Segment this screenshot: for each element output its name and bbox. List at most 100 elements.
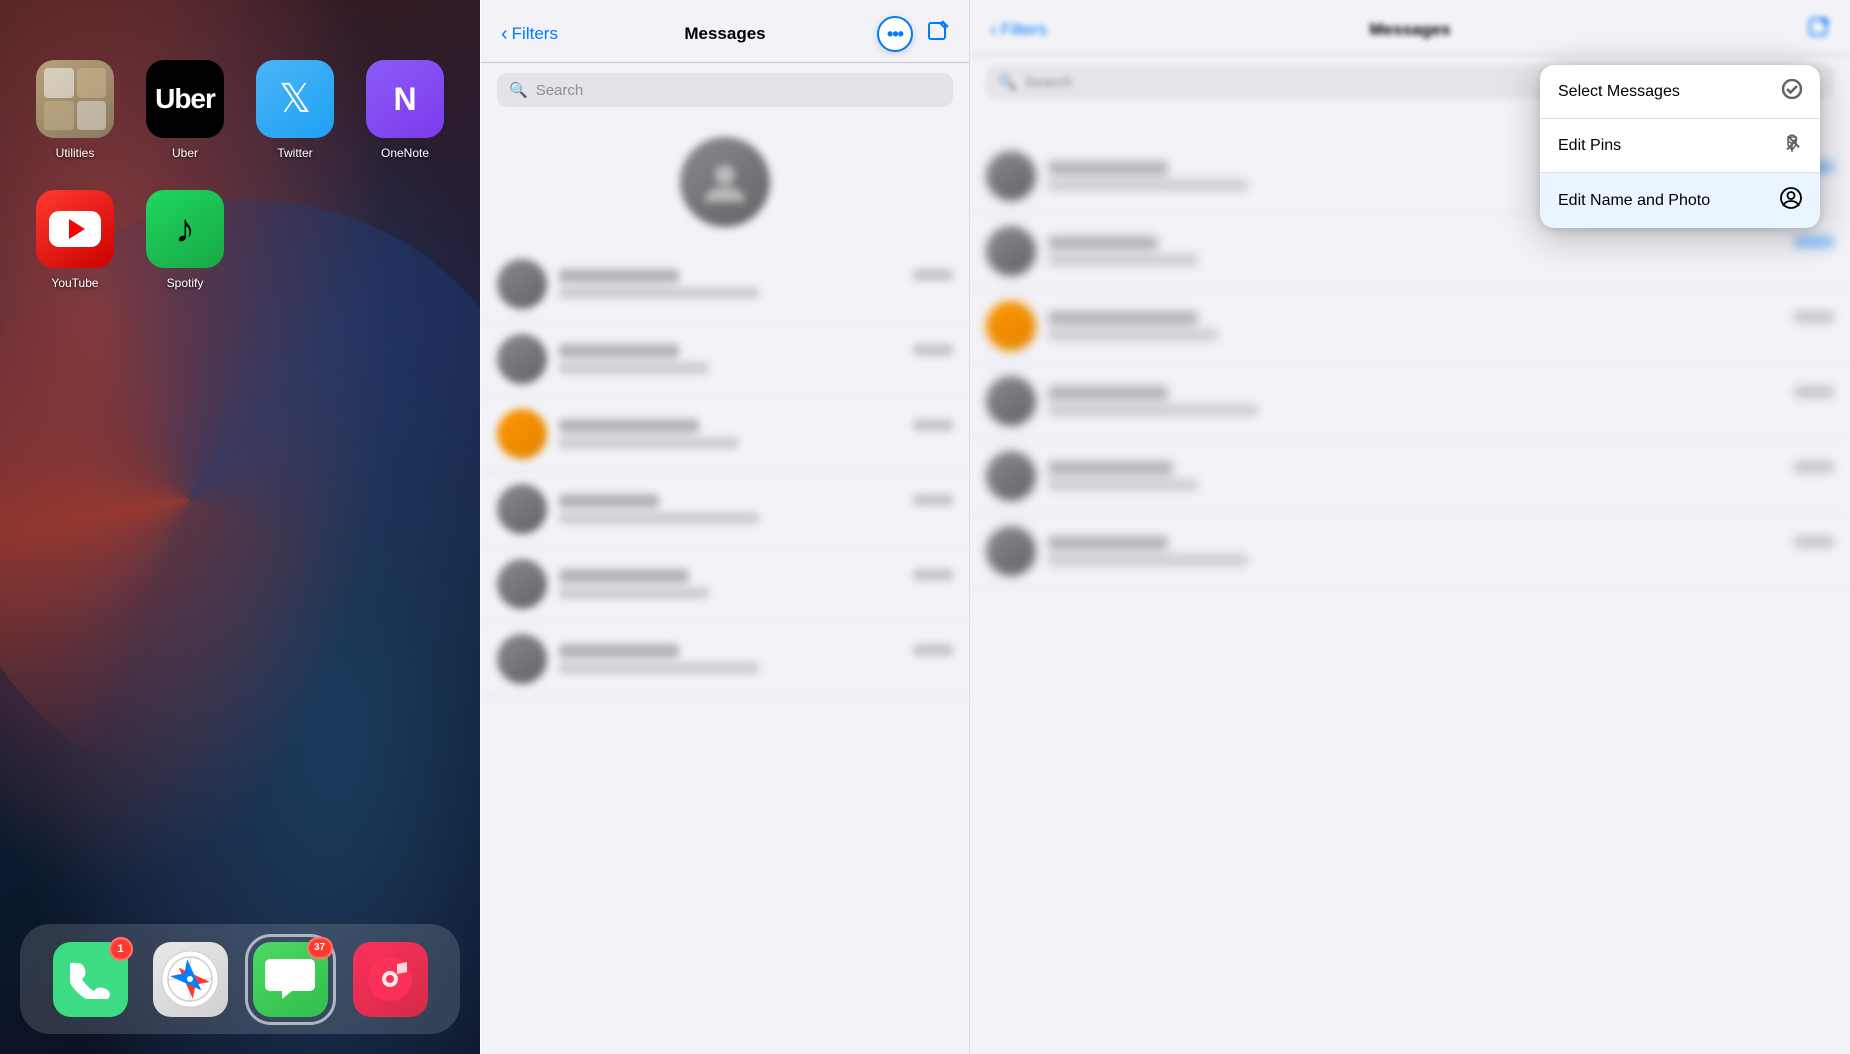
- dropdown-menu: Select Messages Edit Pins: [1540, 65, 1820, 228]
- msg-name: [1048, 311, 1198, 325]
- search-placeholder-right: Search: [1025, 74, 1073, 91]
- msg-time: [1794, 386, 1834, 398]
- msg-content: [1048, 236, 1834, 266]
- app-icon-twitter[interactable]: 𝕏 Twitter: [250, 60, 340, 180]
- more-button-left[interactable]: •••: [877, 16, 913, 52]
- filters-button-right[interactable]: ‹ Filters: [990, 19, 1047, 42]
- search-input-left[interactable]: 🔍 Search: [497, 73, 953, 107]
- msg-preview: [559, 287, 759, 299]
- msg-content: [559, 569, 953, 599]
- msg-name: [1048, 161, 1168, 175]
- messages-title-right: Messages: [1369, 20, 1450, 40]
- profile-avatar: [680, 137, 770, 227]
- chevron-left-icon: ‹: [501, 23, 508, 46]
- twitter-icon: 𝕏: [256, 60, 334, 138]
- compose-button-left[interactable]: [927, 20, 949, 48]
- dock-app-safari[interactable]: [153, 942, 228, 1017]
- msg-content: [559, 269, 953, 299]
- dropdown-item-edit-name-photo[interactable]: Edit Name and Photo: [1540, 173, 1820, 228]
- msg-avatar: [497, 484, 547, 534]
- dropdown-item-edit-pins[interactable]: Edit Pins: [1540, 119, 1820, 173]
- filters-label-left: Filters: [512, 24, 558, 44]
- filters-label-right: Filters: [1001, 20, 1047, 40]
- dock-app-messages[interactable]: 37: [253, 942, 328, 1017]
- uber-icon: Uber: [146, 60, 224, 138]
- youtube-label: YouTube: [51, 276, 98, 290]
- msg-content: [559, 419, 953, 449]
- utilities-label: Utilities: [56, 146, 95, 160]
- message-item: [481, 397, 969, 472]
- search-bar-left: 🔍 Search: [481, 63, 969, 117]
- uber-label: Uber: [172, 146, 198, 160]
- msg-time: [1794, 536, 1834, 548]
- message-item: [970, 514, 1850, 589]
- select-messages-label: Select Messages: [1558, 83, 1680, 101]
- msg-name: [559, 494, 659, 508]
- msg-content: [1048, 311, 1834, 341]
- msg-content: [559, 644, 953, 674]
- messages-list-left: [481, 137, 969, 697]
- msg-preview: [1048, 329, 1218, 341]
- message-item: [970, 364, 1850, 439]
- onenote-label: OneNote: [381, 146, 429, 160]
- spotify-label: Spotify: [167, 276, 204, 290]
- search-icon-left: 🔍: [509, 81, 528, 99]
- msg-preview: [1048, 479, 1198, 491]
- msg-preview: [1048, 404, 1258, 416]
- search-icon-right: 🔍: [998, 73, 1017, 91]
- msg-preview: [1048, 179, 1248, 191]
- app-grid: Utilities Uber Uber 𝕏 Twitter N OneNote …: [30, 60, 450, 310]
- header-actions-right: [1808, 16, 1830, 44]
- msg-time: [913, 569, 953, 581]
- safari-icon: [153, 942, 228, 1017]
- msg-time: [913, 269, 953, 281]
- msg-name: [1048, 536, 1168, 550]
- msg-preview: [559, 512, 759, 524]
- msg-time: [1794, 461, 1834, 473]
- msg-name: [559, 644, 679, 658]
- msg-preview: [559, 437, 739, 449]
- msg-time: [913, 494, 953, 506]
- msg-avatar: [986, 376, 1036, 426]
- onenote-icon: N: [366, 60, 444, 138]
- msg-avatar: [497, 559, 547, 609]
- msg-name: [559, 569, 689, 583]
- message-item: [481, 472, 969, 547]
- msg-content: [1048, 461, 1834, 491]
- app-icon-spotify[interactable]: ♪ Spotify: [140, 190, 230, 310]
- app-icon-youtube[interactable]: YouTube: [30, 190, 120, 310]
- msg-avatar: [497, 334, 547, 384]
- filters-button-left[interactable]: ‹ Filters: [501, 23, 558, 46]
- utilities-icon: [36, 60, 114, 138]
- messages-panel-left: ‹ Filters Messages ••• 🔍 Search: [480, 0, 970, 1054]
- edit-pins-label: Edit Pins: [1558, 137, 1621, 155]
- msg-name: [1048, 386, 1168, 400]
- app-icon-utilities[interactable]: Utilities: [30, 60, 120, 180]
- compose-button-right[interactable]: [1808, 16, 1830, 44]
- messages-header-right: ‹ Filters Messages: [970, 0, 1850, 55]
- msg-avatar: [986, 151, 1036, 201]
- msg-avatar: [497, 634, 547, 684]
- dock-app-phone[interactable]: 1: [53, 942, 128, 1017]
- messages-panel-right: ‹ Filters Messages 🔍 Search: [970, 0, 1850, 1054]
- msg-preview: [1048, 254, 1198, 266]
- app-icon-uber[interactable]: Uber Uber: [140, 60, 230, 180]
- message-item: [481, 547, 969, 622]
- phone-badge: 1: [109, 937, 133, 961]
- msg-content: [1048, 386, 1834, 416]
- music-icon: [353, 942, 428, 1017]
- message-item: [481, 322, 969, 397]
- msg-avatar: [497, 259, 547, 309]
- msg-avatar: [986, 526, 1036, 576]
- app-icon-onenote[interactable]: N OneNote: [360, 60, 450, 180]
- chevron-left-icon-right: ‹: [990, 19, 997, 42]
- header-actions-left: •••: [877, 16, 949, 52]
- messages-badge: 37: [307, 937, 333, 959]
- edit-name-photo-label: Edit Name and Photo: [1558, 192, 1710, 210]
- msg-name: [559, 269, 679, 283]
- person-icon: [1780, 187, 1802, 214]
- message-item: [481, 247, 969, 322]
- dropdown-item-select-messages[interactable]: Select Messages: [1540, 65, 1820, 119]
- checkmark-icon: [1782, 79, 1802, 104]
- dock-app-music[interactable]: [353, 942, 428, 1017]
